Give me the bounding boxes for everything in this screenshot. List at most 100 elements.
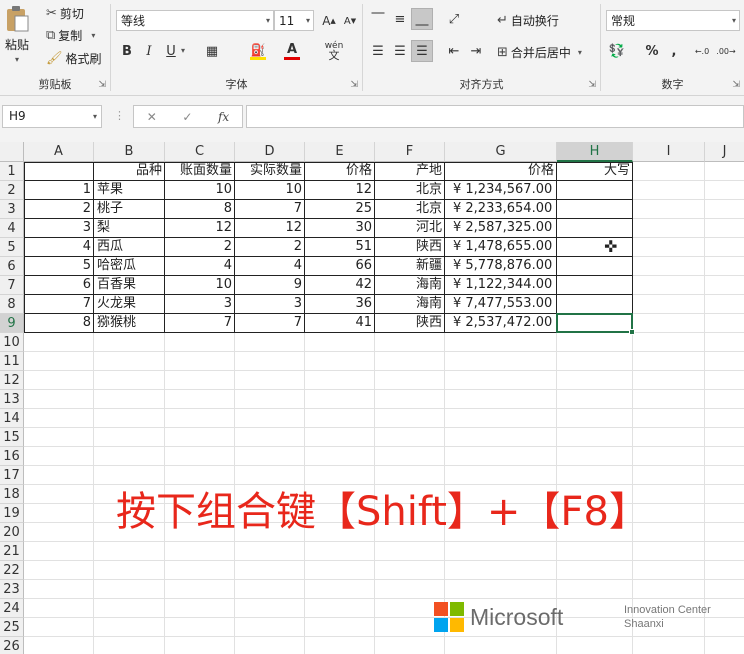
row-header[interactable]: 20: [0, 523, 24, 542]
fill-color-button[interactable]: ⛽: [247, 40, 269, 62]
dialog-launcher-icon[interactable]: ⇲: [732, 80, 740, 90]
table-cell[interactable]: 25: [305, 200, 375, 219]
merge-center-button[interactable]: ⊞ 合并后居中 ▾: [497, 44, 582, 61]
table-cell[interactable]: 百香果: [94, 276, 165, 295]
font-color-button[interactable]: A: [281, 40, 303, 62]
underline-button[interactable]: U: [160, 40, 182, 62]
row-header[interactable]: 8: [0, 295, 24, 314]
percent-style-button[interactable]: %: [641, 40, 663, 62]
table-cell[interactable]: 30: [305, 219, 375, 238]
row-header[interactable]: 3: [0, 200, 24, 219]
row-header[interactable]: 22: [0, 561, 24, 580]
table-cell[interactable]: [557, 181, 633, 200]
table-cell[interactable]: 5: [24, 257, 94, 276]
header-cell[interactable]: 实际数量: [235, 162, 305, 181]
table-cell[interactable]: 7: [24, 295, 94, 314]
row-header[interactable]: 2: [0, 181, 24, 200]
accounting-format-button[interactable]: 💱: [606, 40, 628, 62]
align-right-button[interactable]: ☰: [411, 40, 433, 62]
table-cell[interactable]: 10: [165, 181, 235, 200]
table-cell[interactable]: 3: [235, 295, 305, 314]
number-format-select[interactable]: 常规 ▾: [606, 10, 740, 31]
table-cell[interactable]: 7: [165, 314, 235, 333]
wrap-text-button[interactable]: ↵ 自动换行: [497, 12, 559, 29]
table-cell[interactable]: [557, 276, 633, 295]
italic-button[interactable]: I: [138, 40, 160, 62]
header-cell[interactable]: 产地: [375, 162, 445, 181]
table-cell[interactable]: 12: [165, 219, 235, 238]
copy-button[interactable]: ⧉ 复制 ▾: [46, 27, 95, 44]
column-header-a[interactable]: A: [24, 142, 94, 162]
table-cell[interactable]: 陕西: [375, 238, 445, 257]
table-cell[interactable]: 4: [24, 238, 94, 257]
fill-handle[interactable]: [629, 329, 635, 335]
cancel-icon[interactable]: ✕: [147, 110, 157, 124]
table-cell[interactable]: 西瓜: [94, 238, 165, 257]
row-header[interactable]: 13: [0, 390, 24, 409]
table-cell[interactable]: 8: [165, 200, 235, 219]
name-box[interactable]: H9 ▾: [2, 105, 102, 128]
table-cell[interactable]: 桃子: [94, 200, 165, 219]
row-header[interactable]: 18: [0, 485, 24, 504]
table-cell[interactable]: 梨: [94, 219, 165, 238]
table-cell[interactable]: 9: [235, 276, 305, 295]
header-cell[interactable]: 价格: [445, 162, 557, 181]
table-cell[interactable]: 7: [235, 314, 305, 333]
header-cell[interactable]: 账面数量: [165, 162, 235, 181]
comma-style-button[interactable]: ,: [663, 40, 685, 62]
column-header-b[interactable]: B: [94, 142, 165, 162]
table-cell[interactable]: ¥ 2,587,325.00: [445, 219, 557, 238]
table-cell[interactable]: 3: [24, 219, 94, 238]
table-cell[interactable]: 51: [305, 238, 375, 257]
table-cell[interactable]: 海南: [375, 295, 445, 314]
formula-input[interactable]: [246, 105, 744, 128]
table-cell[interactable]: ¥ 1,478,655.00: [445, 238, 557, 257]
row-header[interactable]: 9: [0, 314, 24, 333]
table-cell[interactable]: 哈密瓜: [94, 257, 165, 276]
column-header-e[interactable]: E: [305, 142, 375, 162]
row-header[interactable]: 11: [0, 352, 24, 371]
cut-button[interactable]: ✂ 剪切: [46, 5, 84, 22]
table-cell[interactable]: ¥ 2,233,654.00: [445, 200, 557, 219]
chevron-down-icon[interactable]: ▾: [181, 46, 185, 55]
table-cell[interactable]: [557, 257, 633, 276]
table-cell[interactable]: 猕猴桃: [94, 314, 165, 333]
row-header[interactable]: 10: [0, 333, 24, 352]
row-header[interactable]: 23: [0, 580, 24, 599]
align-left-button[interactable]: ☰: [367, 40, 389, 62]
column-header-i[interactable]: I: [633, 142, 705, 162]
spreadsheet-grid[interactable]: A B C D E F G H I J 1 2 3 4 5 6 7 8 9 10 11 12 13 14 15 16 17 18 19 2…: [0, 142, 744, 654]
row-header[interactable]: 16: [0, 447, 24, 466]
table-cell[interactable]: ¥ 5,778,876.00: [445, 257, 557, 276]
row-header[interactable]: 1: [0, 162, 24, 181]
decrease-decimal-button[interactable]: .00→: [715, 40, 737, 62]
row-header[interactable]: 24: [0, 599, 24, 618]
table-cell[interactable]: ¥ 7,477,553.00: [445, 295, 557, 314]
font-size-select[interactable]: 11 ▾: [274, 10, 314, 31]
table-cell[interactable]: [557, 200, 633, 219]
table-cell[interactable]: 2: [24, 200, 94, 219]
column-header-j[interactable]: J: [705, 142, 744, 162]
increase-font-size-button[interactable]: A ▲: [318, 10, 340, 32]
table-cell[interactable]: 北京: [375, 200, 445, 219]
column-header-c[interactable]: C: [165, 142, 235, 162]
row-header[interactable]: 17: [0, 466, 24, 485]
borders-button[interactable]: ▦: [201, 40, 223, 62]
table-cell[interactable]: 10: [165, 276, 235, 295]
table-cell[interactable]: 河北: [375, 219, 445, 238]
select-all-corner[interactable]: [0, 142, 24, 162]
table-cell[interactable]: 1: [24, 181, 94, 200]
dialog-launcher-icon[interactable]: ⇲: [98, 80, 106, 90]
table-cell[interactable]: ¥ 2,537,472.00: [445, 314, 557, 333]
orientation-button[interactable]: ⤢: [443, 8, 465, 30]
table-cell[interactable]: 12: [305, 181, 375, 200]
row-header[interactable]: 19: [0, 504, 24, 523]
table-cell[interactable]: [557, 238, 633, 257]
header-cell[interactable]: [24, 162, 94, 181]
table-cell[interactable]: 6: [24, 276, 94, 295]
table-cell[interactable]: 42: [305, 276, 375, 295]
table-cell[interactable]: 2: [235, 238, 305, 257]
table-cell[interactable]: 7: [235, 200, 305, 219]
format-painter-button[interactable]: 🖌 格式刷: [46, 50, 102, 67]
table-cell[interactable]: 北京: [375, 181, 445, 200]
